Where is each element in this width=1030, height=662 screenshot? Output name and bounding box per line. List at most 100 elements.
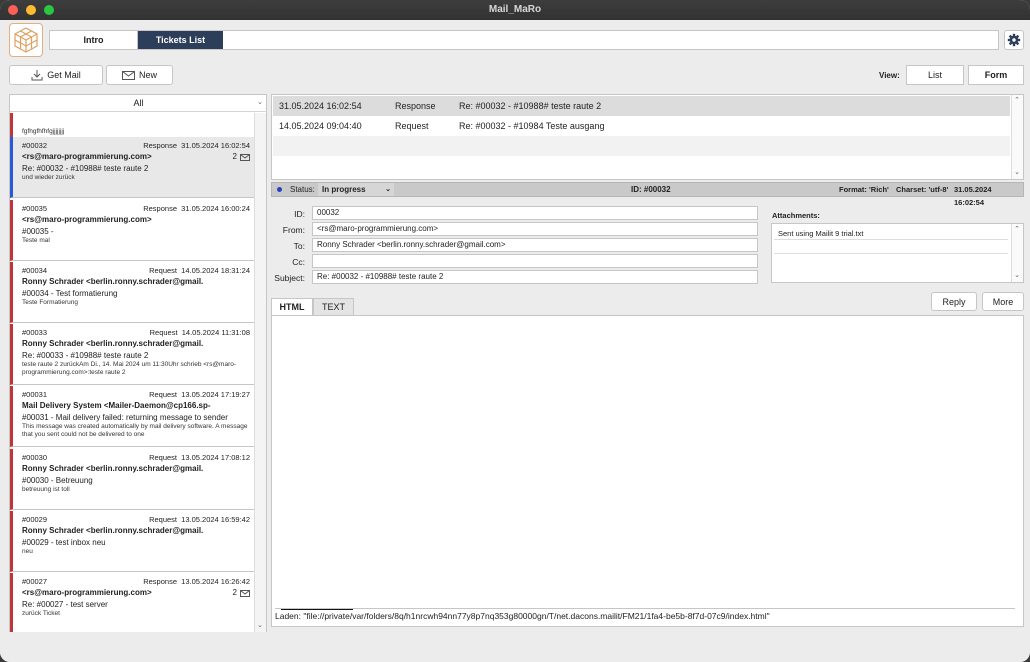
- message-number: #00029: [22, 515, 48, 524]
- loading-text: Laden: "file://private/var/folders/8q/h1…: [275, 611, 770, 621]
- message-list-item[interactable]: #00035 Response 31.05.2024 16:00:24 <rs@ma…: [10, 200, 254, 261]
- new-button[interactable]: New: [106, 65, 173, 85]
- to-field[interactable]: Ronny Schrader <berlin.ronny.schrader@gm…: [312, 238, 758, 252]
- message-list-item[interactable]: #00031 Request 13.05.2024 17:19:27 Mail De…: [10, 386, 254, 447]
- message-date: 14.05.2024 11:31:08: [181, 328, 250, 337]
- close-window-button[interactable]: [8, 5, 18, 15]
- message-preview: fgfhgfhfhfgjjjjjjjj: [22, 128, 65, 135]
- tab-intro-label: Intro: [83, 35, 104, 45]
- message-from-line: <rs@maro-programmierung.com> 2: [22, 151, 250, 163]
- message-list-item[interactable]: #00033 Request 14.05.2024 11:31:08 Ronny S…: [10, 324, 254, 385]
- scroll-down-icon[interactable]: ⌄: [255, 621, 265, 631]
- subject-value: Re: #00032 - #10988# teste raute 2: [317, 272, 444, 281]
- scroll-down-icon[interactable]: ⌄: [1012, 168, 1022, 178]
- message-from: <rs@maro-programmierung.com>: [22, 215, 152, 224]
- filter-dropdown[interactable]: All ⌄: [10, 95, 267, 112]
- status-dot-icon: [277, 187, 282, 192]
- message-type: Request: [149, 390, 177, 399]
- message-list-item[interactable]: #00032 Response 31.05.2024 16:02:54 <rs@ma…: [10, 137, 254, 198]
- cc-label: Cc:: [292, 257, 305, 267]
- message-list-item[interactable]: #00029 Request 13.05.2024 16:59:42 Ronny S…: [10, 511, 254, 572]
- message-list-item[interactable]: #00034 Request 14.05.2024 18:31:24 Ronny S…: [10, 262, 254, 323]
- message-from: Ronny Schrader <berlin.ronny.schrader@gm…: [22, 526, 204, 535]
- message-date: 13.05.2024 17:19:27: [181, 390, 250, 399]
- message-number: #00035: [22, 204, 48, 213]
- ticket-row[interactable]: 14.05.2024 09:04:40 Request Re: #00032 -…: [273, 116, 1010, 136]
- message-type-date: Response 31.05.2024 16:02:54: [143, 140, 250, 151]
- message-list-item[interactable]: #00027 Response 13.05.2024 16:26:42 <rs@ma…: [10, 573, 254, 632]
- scroll-up-icon[interactable]: ⌃: [1012, 225, 1022, 235]
- tab-text-label: TEXT: [321, 302, 345, 312]
- attachments-list: Sent using Mailit 9 trial.txt ⌃ ⌄: [771, 223, 1024, 283]
- minimize-window-button[interactable]: [26, 5, 36, 15]
- id-value: 00032: [317, 208, 340, 217]
- message-type-date: Response 31.05.2024 16:00:24: [143, 203, 250, 214]
- settings-button[interactable]: [1004, 30, 1024, 50]
- scroll-up-icon[interactable]: ⌃: [1012, 96, 1022, 106]
- message-body-view[interactable]: [271, 315, 1024, 627]
- view-list-button[interactable]: List: [906, 65, 964, 85]
- attachment-item[interactable]: Sent using Mailit 9 trial.txt: [774, 227, 1008, 240]
- message-count-group: 2: [233, 587, 250, 599]
- id-field[interactable]: 00032: [312, 206, 758, 220]
- tab-tickets-list-label: Tickets List: [155, 35, 206, 45]
- window-title: Mail_MaRo: [488, 4, 542, 15]
- message-list-panel: All ⌄ fgfhgfhfhfgjjjjjjjj #00032 Response …: [9, 94, 267, 632]
- status-date: 31.05.2024 16:02:54: [954, 185, 992, 207]
- message-type: Response: [143, 577, 177, 586]
- status-id: ID: #00032: [631, 185, 671, 194]
- tab-html[interactable]: HTML: [271, 298, 313, 315]
- message-meta: #00034 Request 14.05.2024 18:31:24: [22, 265, 250, 276]
- gear-icon: [1007, 33, 1021, 47]
- more-button[interactable]: More: [982, 292, 1024, 311]
- new-label: New: [138, 70, 157, 80]
- tab-intro[interactable]: Intro: [50, 31, 138, 49]
- reply-button[interactable]: Reply: [931, 292, 977, 311]
- ticket-history-table: 31.05.2024 16:02:54 Response Re: #00032 …: [271, 94, 1024, 180]
- subject-field[interactable]: Re: #00032 - #10988# teste raute 2: [312, 270, 758, 284]
- status-dropdown[interactable]: In progress ⌄: [318, 183, 394, 196]
- ticket-row-date: 14.05.2024 09:04:40: [279, 121, 362, 131]
- message-number: #00034: [22, 266, 48, 275]
- message-count: 2: [232, 152, 237, 161]
- view-form-button[interactable]: Form: [968, 65, 1024, 85]
- message-type: Request: [149, 515, 177, 524]
- from-field[interactable]: <rs@maro-programmierung.com>: [312, 222, 758, 236]
- envelope-icon: [121, 70, 135, 80]
- attachments-scrollbar[interactable]: ⌃ ⌄: [1011, 224, 1023, 282]
- message-subject: Re: #00033 - #10988# teste raute 2: [22, 351, 149, 360]
- message-number: #00027: [22, 577, 48, 586]
- zoom-window-button[interactable]: [44, 5, 54, 15]
- loading-status: Laden: "file://private/var/folders/8q/h1…: [275, 608, 1015, 622]
- scroll-down-icon[interactable]: ⌄: [1012, 271, 1022, 281]
- app-window: Mail_MaRo Intro Tickets List Get Mail Ne…: [0, 0, 1030, 662]
- to-value: Ronny Schrader <berlin.ronny.schrader@gm…: [317, 240, 506, 249]
- ticket-list-scrollbar[interactable]: ⌃ ⌄: [1011, 95, 1023, 179]
- message-list-scrollbar[interactable]: ⌄: [254, 113, 266, 632]
- attachment-name: Sent using Mailit 9 trial.txt: [778, 229, 864, 238]
- cc-field[interactable]: [312, 254, 758, 268]
- tab-text[interactable]: TEXT: [313, 298, 354, 315]
- message-from: Mail Delivery System <Mailer-Daemon@cp16…: [22, 401, 211, 410]
- tab-tickets-list[interactable]: Tickets List: [138, 31, 223, 49]
- message-date: 13.05.2024 16:26:42: [181, 577, 250, 586]
- message-number: #00033: [22, 328, 48, 337]
- message-list-item[interactable]: #00030 Request 13.05.2024 17:08:12 Ronny S…: [10, 449, 254, 510]
- attachment-row-empty: [774, 241, 1008, 254]
- tab-html-label: HTML: [279, 302, 305, 312]
- message-number: #00032: [22, 141, 48, 150]
- message-type: Response: [143, 141, 177, 150]
- message-number: #00030: [22, 453, 48, 462]
- message-preview: Teste Formatierung: [22, 299, 78, 306]
- message-preview: neu: [22, 548, 33, 555]
- chevron-down-icon: ⌄: [257, 99, 263, 106]
- get-mail-button[interactable]: Get Mail: [9, 65, 103, 85]
- message-meta: #00029 Request 13.05.2024 16:59:42: [22, 514, 250, 525]
- ticket-row[interactable]: 31.05.2024 16:02:54 Response Re: #00032 …: [273, 96, 1010, 116]
- message-date: 13.05.2024 17:08:12: [181, 453, 250, 462]
- message-subject: #00034 - Test formatierung: [22, 289, 118, 298]
- id-label: ID:: [294, 209, 305, 219]
- message-from-line: Ronny Schrader <berlin.ronny.schrader@gm…: [22, 463, 250, 475]
- message-subject: #00035 -: [22, 227, 54, 236]
- attachments-label: Attachments:: [772, 211, 820, 220]
